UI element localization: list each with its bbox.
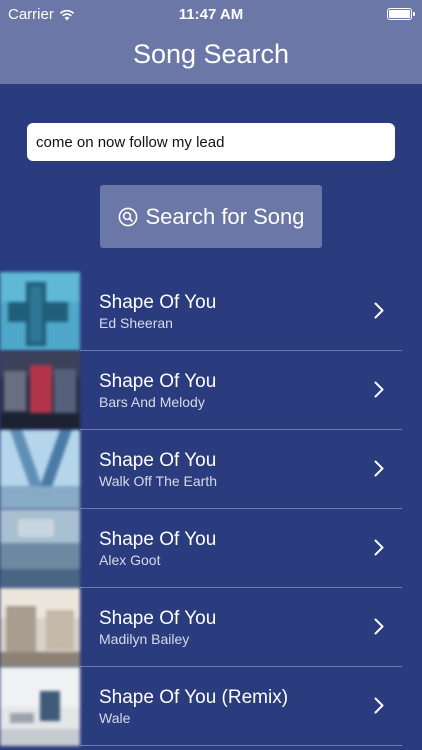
album-art-thumbnail (0, 430, 80, 509)
chevron-right-icon (374, 302, 384, 319)
chevron-right-icon (374, 618, 384, 635)
song-artist: Walk Off The Earth (99, 473, 218, 489)
song-title: Shape Of You (99, 292, 217, 313)
result-row[interactable]: Shape Of You (Remix) Wale (0, 667, 422, 746)
song-artist: Bars And Melody (99, 394, 205, 410)
song-artist: Madilyn Bailey (99, 631, 190, 647)
search-for-song-button[interactable]: Search for Song (100, 185, 322, 248)
battery-icon (387, 8, 415, 20)
search-button-label: Search for Song (145, 203, 305, 229)
chevron-right-icon (374, 460, 384, 477)
result-row[interactable]: Shape Of You Alex Goot (0, 509, 422, 588)
result-row[interactable]: Shape Of You Bars And Melody (0, 351, 422, 430)
song-title: Shape Of You (99, 450, 217, 471)
result-row[interactable]: Shape Of You Ed Sheeran (0, 272, 422, 351)
song-title: Shape Of You (Remix) (99, 687, 289, 708)
song-artist: Wale (99, 710, 131, 726)
row-divider (80, 745, 402, 746)
status-bar: Carrier 11:47 AM (0, 0, 422, 28)
search-input[interactable]: come on now follow my lead (27, 123, 395, 161)
chevron-right-icon (374, 697, 384, 714)
search-icon (118, 207, 137, 226)
album-art-thumbnail (0, 588, 80, 667)
song-artist: Ed Sheeran (99, 315, 173, 331)
chevron-right-icon (374, 539, 384, 556)
album-art-thumbnail (0, 667, 80, 746)
song-title: Shape Of You (99, 371, 217, 392)
result-row[interactable]: Shape Of You Walk Off The Earth (0, 430, 422, 509)
album-art-thumbnail (0, 351, 80, 430)
nav-bar: Song Search (0, 28, 422, 84)
chevron-right-icon (374, 381, 384, 398)
song-artist: Alex Goot (99, 552, 161, 568)
status-time: 11:47 AM (178, 6, 244, 23)
results-list: Shape Of You Ed Sheeran Shape Of You Bar… (0, 272, 422, 746)
album-art-thumbnail (0, 272, 80, 351)
page-title: Song Search (132, 39, 290, 69)
song-title: Shape Of You (99, 529, 217, 550)
album-art-thumbnail (0, 509, 80, 588)
result-row[interactable]: Shape Of You Madilyn Bailey (0, 588, 422, 667)
battery-level (389, 10, 410, 18)
song-title: Shape Of You (99, 608, 217, 629)
